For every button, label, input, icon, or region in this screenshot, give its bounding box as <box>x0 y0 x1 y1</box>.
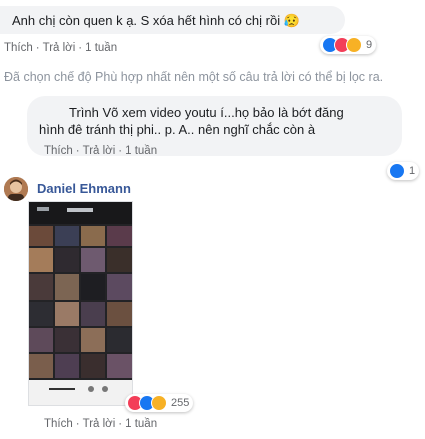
like-link[interactable]: Thích <box>44 145 73 157</box>
reaction-count: 9 <box>366 39 373 51</box>
comment-text: Anh chị còn quen k ạ. S xóa hết hình có … <box>12 13 300 28</box>
reply-text-line-1: Trình Võ xem video youtu í...họ bảo là b… <box>69 105 344 120</box>
reply-link[interactable]: Trả lời <box>43 42 76 54</box>
avatar-image <box>4 177 28 201</box>
reaction-summary[interactable]: 9 <box>320 36 377 54</box>
comment-image[interactable] <box>28 201 133 406</box>
comment-author[interactable]: Daniel Ehmann <box>37 181 131 196</box>
haha-reaction-icon <box>151 395 167 411</box>
filter-note: Đã chọn chế độ Phù hợp nhất nên một số c… <box>4 70 384 84</box>
like-link[interactable]: Thích <box>4 42 33 54</box>
like-link[interactable]: Thích <box>44 418 73 430</box>
timestamp[interactable]: 1 tuần <box>125 145 157 157</box>
timestamp[interactable]: 1 tuần <box>125 418 157 430</box>
reply-reaction-summary[interactable]: 1 <box>387 162 420 180</box>
reply-text-line-2: hình đê tránh thị phi.. p. A.. nên nghĩ … <box>39 122 316 137</box>
timestamp[interactable]: 1 tuần <box>85 42 117 54</box>
comment-actions: Thích · Trả lời · 1 tuần <box>44 418 158 430</box>
avatar[interactable] <box>4 177 28 201</box>
comment-bubble: Anh chị còn quen k ạ. S xóa hết hình có … <box>0 6 345 34</box>
image-reaction-summary[interactable]: 255 <box>125 394 194 412</box>
reply-link[interactable]: Trả lời <box>83 145 116 157</box>
reaction-count: 255 <box>171 397 190 409</box>
like-reaction-icon <box>389 163 405 179</box>
sad-reaction-icon <box>346 37 362 53</box>
reply-actions: Thích · Trả lời · 1 tuần <box>44 145 158 157</box>
comment-actions: Thích · Trả lời · 1 tuần <box>4 42 118 54</box>
reply-link[interactable]: Trả lời <box>83 418 116 430</box>
gallery-screenshot <box>29 202 132 405</box>
reaction-count: 1 <box>409 165 416 177</box>
